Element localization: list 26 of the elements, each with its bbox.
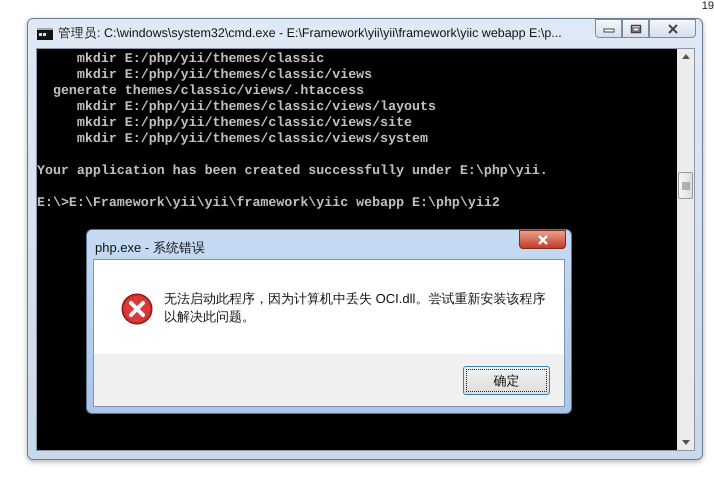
scroll-up-icon[interactable] [682, 54, 690, 59]
error-icon [121, 293, 153, 325]
close-icon [666, 24, 678, 34]
scroll-thumb[interactable] [678, 172, 693, 199]
close-icon [536, 234, 548, 244]
console-line: mkdir E:/php/yii/themes/classic/views [76, 67, 374, 83]
console-line: mkdir E:/php/yii/themes/classic/views/layouts [76, 99, 437, 115]
window-title: 管理员: C:\windows\system32\cmd.exe - E:\Framework\yii\yii\framework\yiic webapp E:\p... [58, 25, 562, 42]
console-line: E:\>E:\Framework\yii\yii\framework\yiic webapp E:\php\yii2 [37, 195, 501, 211]
scrollbar[interactable] [677, 49, 694, 450]
console-line: mkdir E:/php/yii/themes/classic [76, 51, 326, 67]
minimize-button[interactable] [595, 19, 622, 38]
close-button[interactable] [519, 230, 566, 249]
error-message: 无法启动此程序，因为计算机中丢失 OCI.dll。尝试重新安装该程序以解决此问题。 [164, 290, 546, 326]
console-icon [37, 28, 53, 40]
console-line: mkdir E:/php/yii/themes/classic/views/system [76, 131, 429, 147]
console-line: mkdir E:/php/yii/themes/classic/views/site [76, 115, 414, 131]
scroll-down-icon[interactable] [682, 440, 690, 445]
ok-button[interactable]: 确定 [463, 366, 550, 395]
restore-icon [630, 24, 642, 34]
close-button[interactable] [649, 19, 696, 38]
corner-text: 19 [702, 0, 714, 12]
maximize-button[interactable] [622, 19, 649, 38]
dialog-title: php.exe - 系统错误 [95, 239, 205, 257]
console-line: generate themes/classic/views/.htaccess [52, 83, 366, 99]
console-line: Your application has been created successfully under E:\php\yii. [37, 163, 549, 179]
